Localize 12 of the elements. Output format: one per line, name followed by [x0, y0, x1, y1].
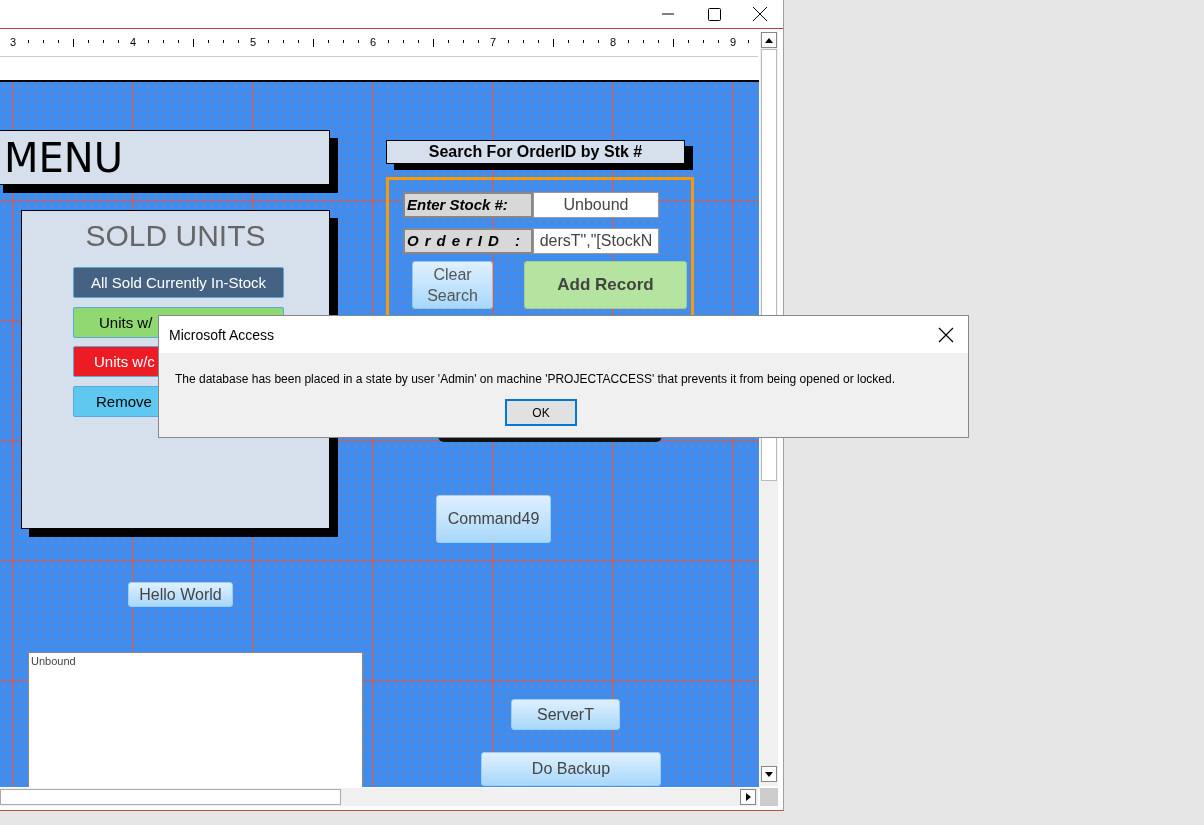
ruler-number: 6 [370, 36, 377, 48]
ruler-number: 8 [610, 36, 617, 48]
dialog-message: The database has been placed in a state by user 'Admin' on machine 'PROJECTACCESS' that prevents it from being opened or locked. [174, 371, 896, 386]
field-label: Enter Stock #: [403, 192, 533, 218]
dialog-title: Microsoft Access [169, 326, 275, 343]
ruler-number: 9 [730, 36, 737, 48]
field-label: OrderID : [403, 228, 533, 254]
panel-title: SOLD UNITS [84, 219, 267, 253]
ruler-number: 5 [250, 36, 257, 48]
ruler-number: 7 [490, 36, 497, 48]
ruler-number: 3 [10, 36, 17, 48]
ruler-number: 4 [130, 36, 137, 48]
